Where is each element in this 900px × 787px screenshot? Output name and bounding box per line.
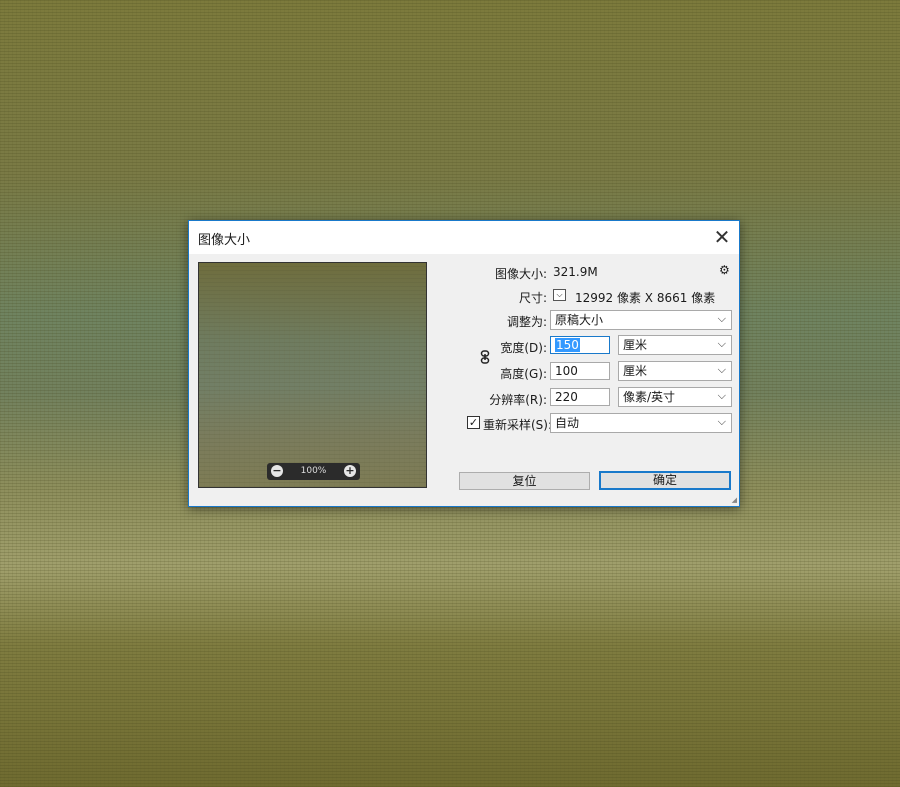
ok-button[interactable]: 确定 xyxy=(599,471,731,490)
width-input[interactable]: 150 xyxy=(550,336,610,354)
resolution-label: 分辨率(R): xyxy=(489,393,547,407)
resample-value: 自动 xyxy=(555,416,580,430)
fit-to-label: 调整为: xyxy=(506,315,547,329)
dimensions-unit-dropdown-icon[interactable]: ⌵ xyxy=(553,289,566,301)
chevron-down-icon: ⌵ xyxy=(717,415,726,428)
height-input[interactable]: 100 xyxy=(550,362,610,380)
dimensions-label: 尺寸: xyxy=(518,291,547,305)
title-bar: 图像大小 ✕ xyxy=(189,221,739,254)
height-unit-select[interactable]: 厘米 ⌵ xyxy=(618,361,732,381)
resample-label: 重新采样(S): xyxy=(483,418,553,432)
dimensions-value: 12992 像素 X 8661 像素 xyxy=(575,291,716,305)
height-label: 高度(G): xyxy=(500,367,547,381)
chevron-down-icon: ⌵ xyxy=(717,363,726,376)
close-icon[interactable]: ✕ xyxy=(709,224,735,250)
resolution-input[interactable]: 220 xyxy=(550,388,610,406)
resample-select[interactable]: 自动 ⌵ xyxy=(550,413,732,433)
resolution-value: 220 xyxy=(555,390,578,404)
height-value: 100 xyxy=(555,364,578,378)
dialog-title: 图像大小 xyxy=(198,233,251,248)
fit-to-select[interactable]: 原稿大小 ⌵ xyxy=(550,310,732,330)
width-label: 宽度(D): xyxy=(500,341,547,355)
chevron-down-icon: ⌵ xyxy=(717,337,726,350)
fit-to-value: 原稿大小 xyxy=(555,313,604,327)
width-unit-select[interactable]: 厘米 ⌵ xyxy=(618,335,732,355)
zoom-in-icon[interactable]: + xyxy=(344,465,356,477)
image-size-dialog: 图像大小 ✕ − 100% + 图像大小: 321.9M ⚙ 尺寸: ⌵ 129… xyxy=(188,220,740,507)
resolution-unit-select[interactable]: 像素/英寸 ⌵ xyxy=(618,387,732,407)
height-unit: 厘米 xyxy=(623,364,648,378)
reset-button[interactable]: 复位 xyxy=(459,472,590,490)
resize-grip-icon[interactable]: ◢ xyxy=(732,496,737,504)
width-unit: 厘米 xyxy=(623,338,648,352)
image-size-label: 图像大小: xyxy=(494,267,547,281)
chevron-down-icon: ⌵ xyxy=(717,312,726,325)
width-value: 150 xyxy=(555,338,580,352)
image-size-value: 321.9M xyxy=(553,265,598,279)
resample-checkbox[interactable]: ✓ xyxy=(467,416,480,429)
gear-icon[interactable]: ⚙ xyxy=(719,263,730,277)
chevron-down-icon: ⌵ xyxy=(717,389,726,402)
resolution-unit: 像素/英寸 xyxy=(623,390,676,404)
zoom-bar: − 100% + xyxy=(267,463,360,480)
image-preview[interactable]: − 100% + xyxy=(198,262,427,488)
